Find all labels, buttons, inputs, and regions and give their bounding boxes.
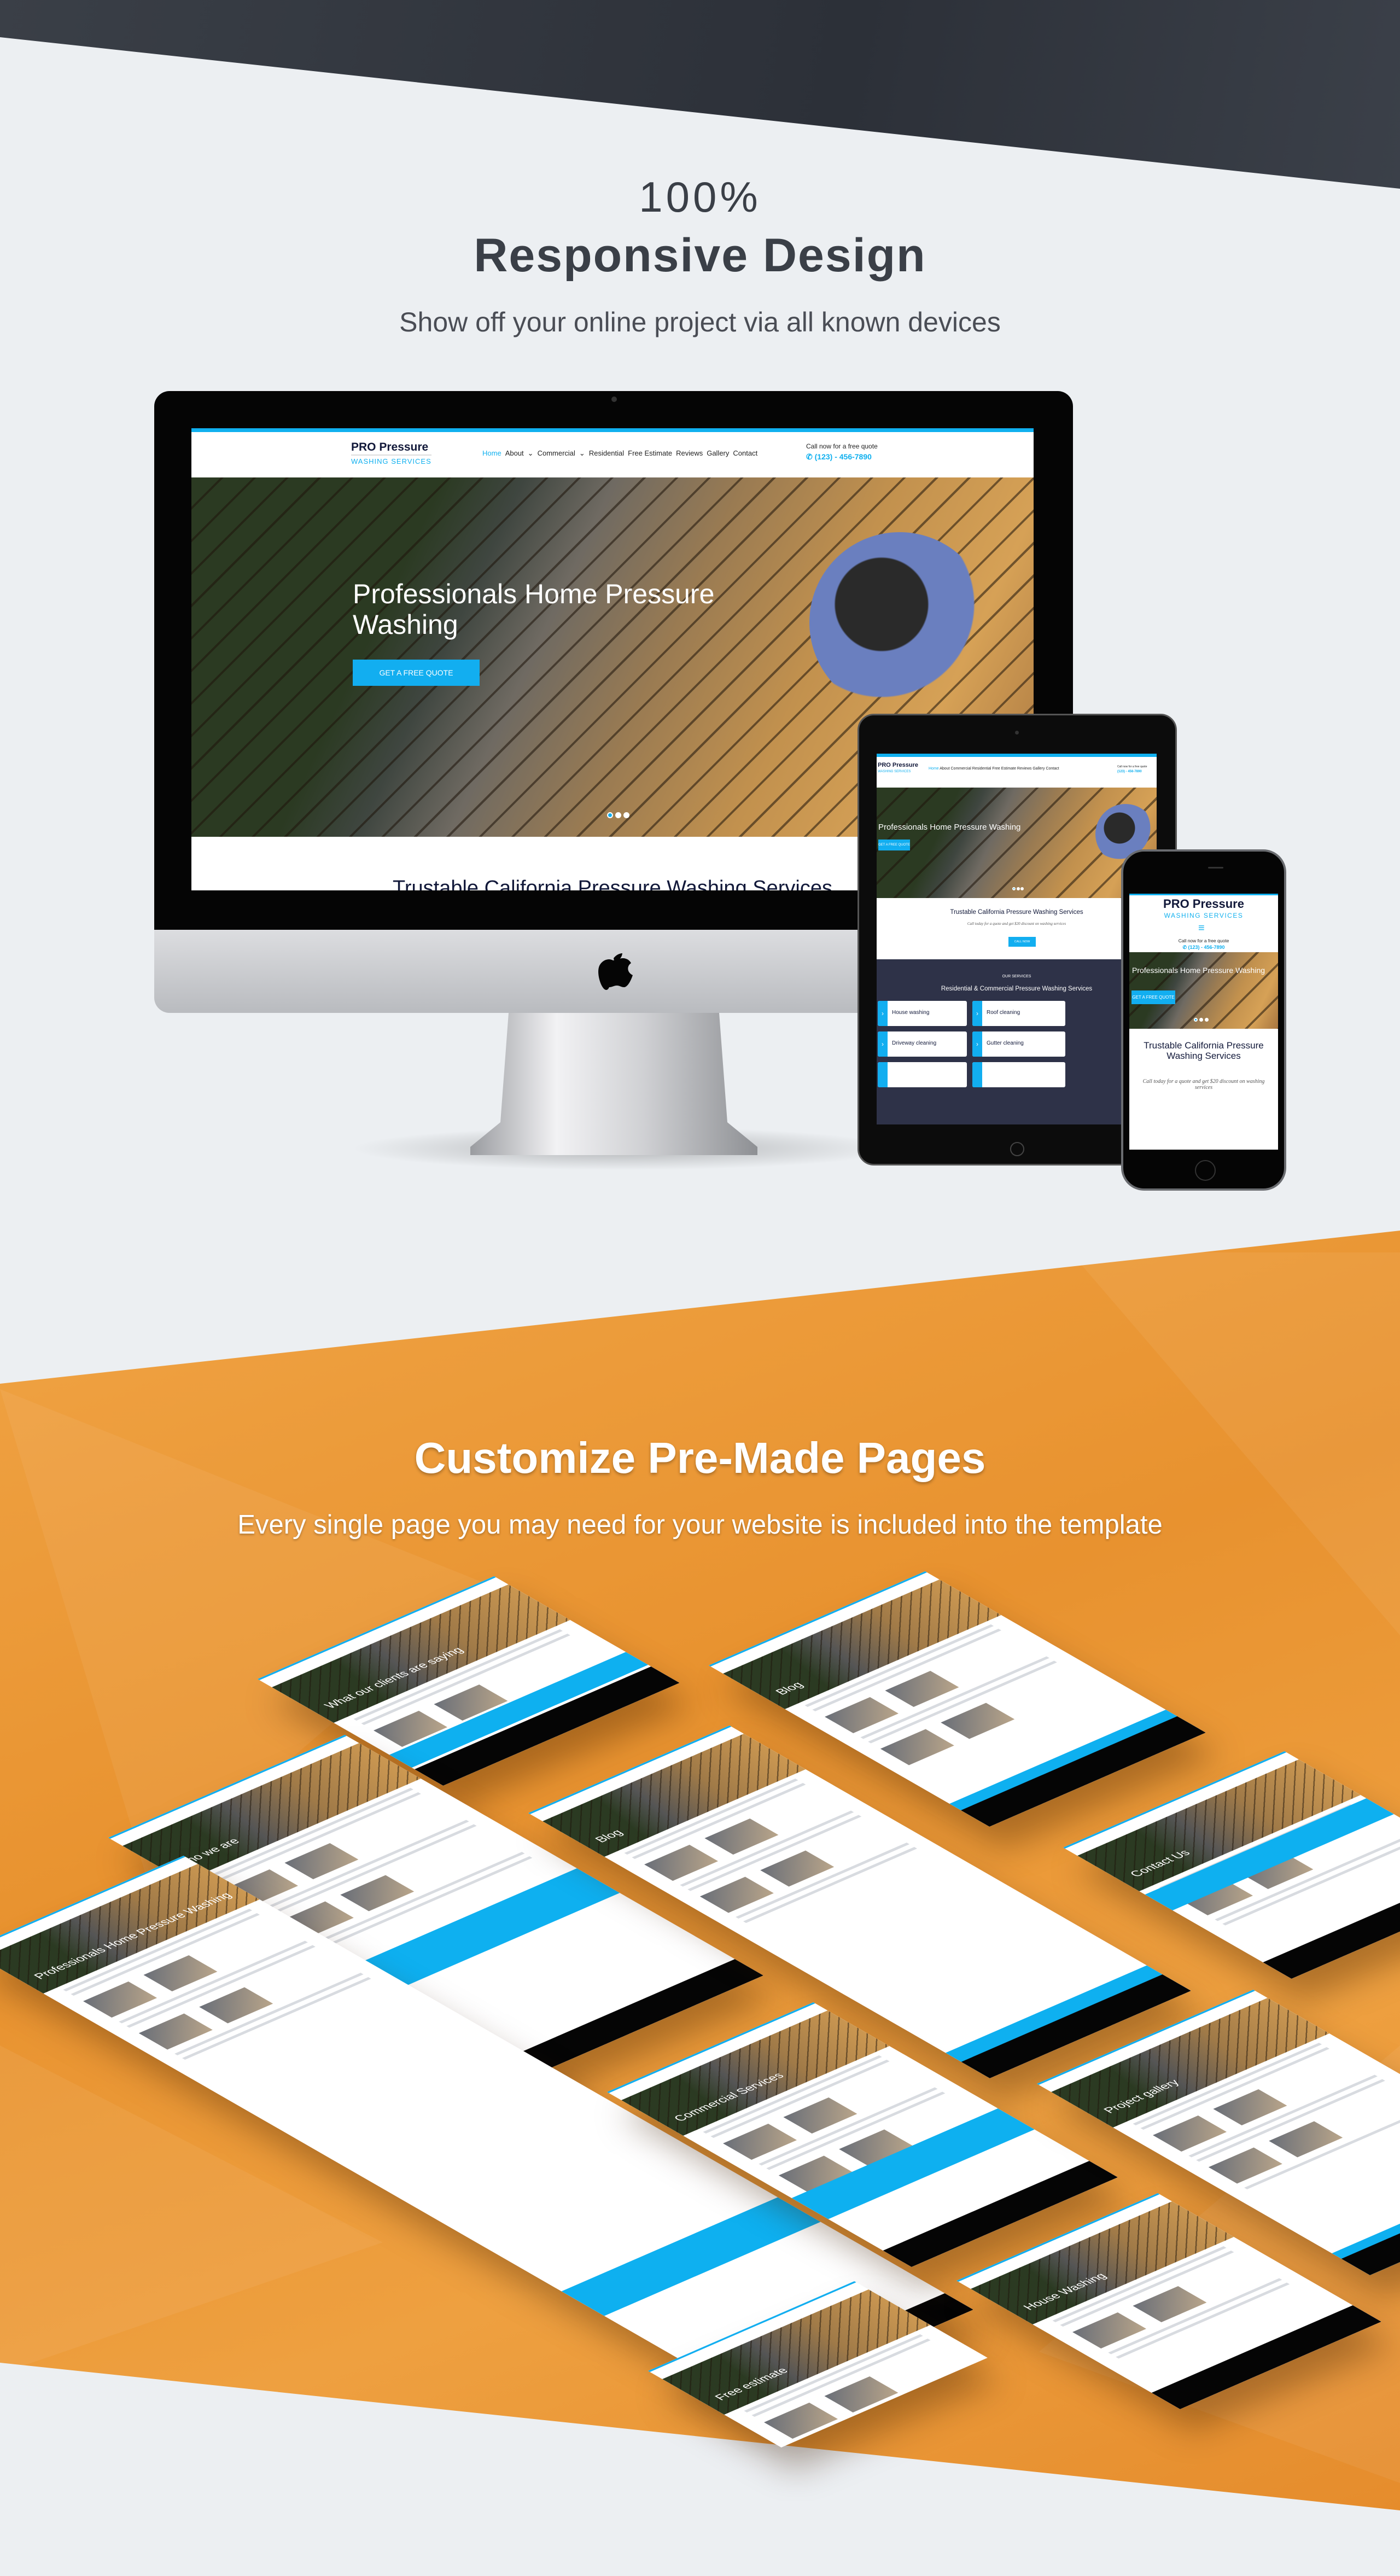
tablet-screen: PRO Pressure WASHING SERVICES Home About… (877, 754, 1157, 1124)
slider-dot-3[interactable] (1020, 887, 1024, 890)
main-nav: Home About ⌄ Commercial ⌄ Residential Free… (482, 449, 758, 458)
slider-dot-1[interactable] (607, 812, 613, 818)
tablet-header: PRO Pressure WASHING SERVICES Home About… (877, 754, 1157, 788)
call-label: Call now for a free quote (1117, 765, 1147, 768)
tablet-nav[interactable]: Home About Commercial Residential Free E… (929, 767, 1059, 771)
slider-dot-2[interactable] (1199, 1018, 1203, 1022)
logo-bottom: WASHING SERVICES (878, 770, 911, 773)
call-now-button[interactable]: CALL NOW (1008, 937, 1036, 947)
nav-reviews[interactable]: Reviews (676, 449, 703, 458)
phone-icon: ✆ (806, 452, 815, 461)
service-driveway-cleaning[interactable]: › Driveway cleaning (878, 1031, 967, 1057)
premade-subtitle: Every single page you may need for your … (237, 1510, 1163, 1540)
service-card[interactable] (878, 1062, 967, 1087)
apple-logo-icon (598, 953, 633, 990)
responsive-pre-title: 100% (639, 173, 761, 221)
get-quote-button[interactable]: GET A FREE QUOTE (1131, 990, 1175, 1004)
home-button[interactable] (1195, 1160, 1216, 1181)
page-mockup-title: Commercial Services (670, 2071, 787, 2123)
nav-residential[interactable]: Residential (589, 449, 624, 458)
top-dark-band (0, 0, 1400, 189)
page-mockup-title: Blog (772, 1680, 807, 1697)
nav-home[interactable]: Home (482, 449, 501, 458)
section-text: Call today for a quote and get $20 disco… (967, 922, 1066, 926)
page-mockup-title: Contact Us (1127, 1848, 1193, 1879)
phone-number[interactable]: ✆ (123) - 456-7890 (1129, 945, 1278, 951)
nav-contact[interactable]: Contact (733, 449, 757, 458)
camera-icon (611, 397, 617, 402)
page-mockup-title: Blog (592, 1827, 626, 1844)
page-mockup-title: House Washing (1020, 2271, 1110, 2312)
top-accent-bar (191, 428, 1034, 432)
slider-dot-1[interactable] (1194, 1018, 1198, 1022)
phone-number[interactable]: ✆ (123) - 456-7890 (806, 452, 872, 462)
hero-title: Professionals Home Pressure Washing (1132, 966, 1265, 975)
service-roof-cleaning[interactable]: › Roof cleaning (972, 1001, 1065, 1026)
get-quote-button[interactable]: GET A FREE QUOTE (878, 840, 910, 850)
tablet-intro-section: Trustable California Pressure Washing Se… (877, 898, 1157, 959)
phone-number[interactable]: (123) - 456-7890 (1117, 770, 1142, 773)
logo-top[interactable]: PRO Pressure (351, 441, 428, 454)
top-accent-bar (1129, 894, 1278, 895)
logo-top[interactable]: PRO Pressure (878, 762, 918, 768)
services-kicker: OUR SERVICES (1002, 975, 1031, 978)
responsive-title: Responsive Design (474, 229, 926, 282)
call-label: Call now for a free quote (806, 442, 878, 450)
hamburger-menu-icon[interactable]: ≡ (1198, 922, 1205, 935)
speaker (1208, 867, 1223, 869)
logo-top[interactable]: PRO Pressure (1129, 897, 1278, 911)
monitor-stand (470, 1013, 757, 1155)
premade-title: Customize Pre-Made Pages (414, 1433, 986, 1482)
slider-dot-2[interactable] (1017, 887, 1020, 890)
get-quote-button[interactable]: GET A FREE QUOTE (353, 660, 480, 686)
phone-hero: Professionals Home Pressure Washing GET … (1129, 952, 1278, 1029)
slider-dot-2[interactable] (615, 812, 621, 818)
home-button[interactable] (1010, 1142, 1024, 1156)
camera-icon (1015, 731, 1019, 735)
nav-about[interactable]: About (505, 449, 524, 458)
call-label: Call now for a free quote (1178, 938, 1229, 943)
hero-title: Professionals Home Pressure Washing (878, 823, 1021, 832)
service-house-washing[interactable]: › House washing (878, 1001, 967, 1026)
section-title: Trustable California Pressure Washing Se… (950, 909, 1083, 916)
hero-title: Professionals Home Pressure Washing (353, 579, 715, 640)
slider-dot-3[interactable] (1205, 1018, 1209, 1022)
nav-free-estimate[interactable]: Free Estimate (628, 449, 672, 458)
responsive-subtitle: Show off your online project via all kno… (399, 307, 1001, 337)
logo-bottom: WASHING SERVICES (351, 454, 431, 465)
tablet-hero: Professionals Home Pressure Washing GET … (877, 788, 1157, 898)
service-card[interactable] (972, 1062, 1065, 1087)
services-title: Residential & Commercial Pressure Washin… (941, 986, 1093, 992)
service-gutter-cleaning[interactable]: › Gutter cleaning (972, 1031, 1065, 1057)
slider-dot-1[interactable] (1012, 887, 1016, 890)
phone-screen: PRO Pressure WASHING SERVICES ≡ Call now… (1129, 894, 1278, 1150)
section-title: Trustable California Pressure Washing Se… (1144, 1040, 1264, 1061)
slider-dot-3[interactable] (623, 812, 629, 818)
logo-bottom: WASHING SERVICES (1164, 912, 1244, 919)
worker-image (809, 532, 990, 713)
nav-gallery[interactable]: Gallery (707, 449, 729, 458)
nav-commercial[interactable]: Commercial (538, 449, 575, 458)
section-text: Call today for a quote and get $20 disco… (1142, 1079, 1265, 1091)
